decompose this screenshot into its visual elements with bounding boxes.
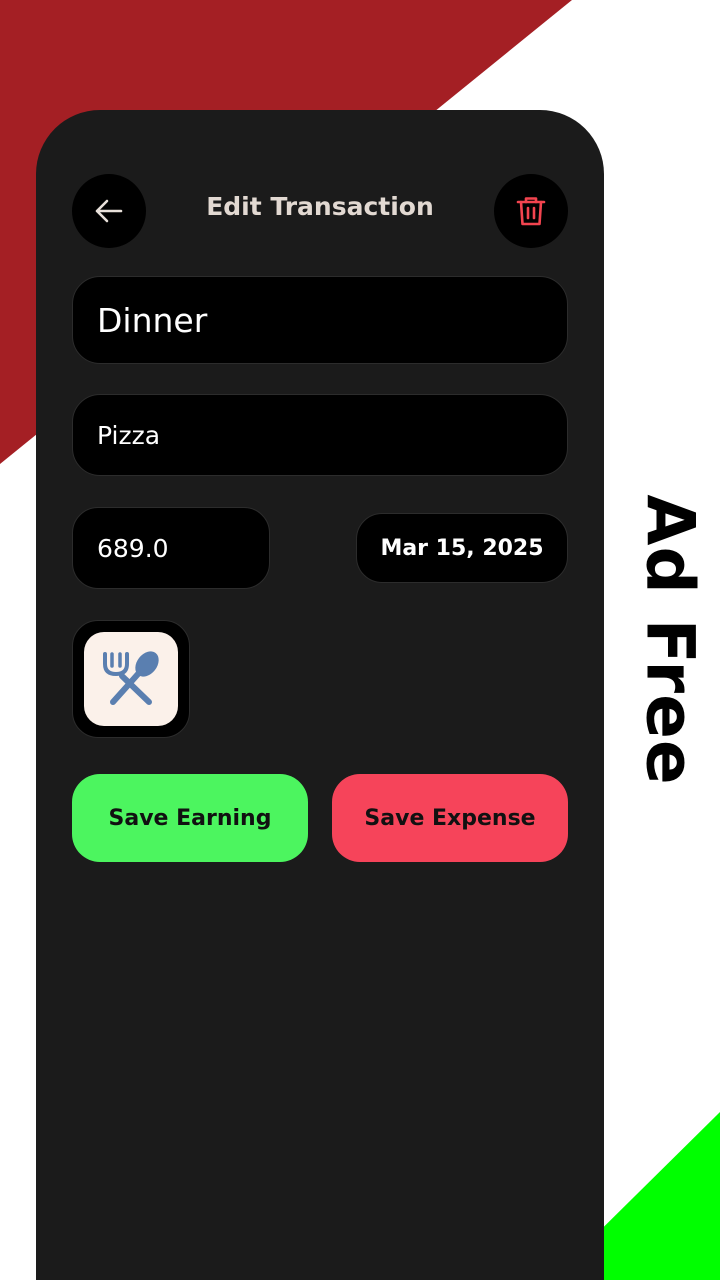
amount-field[interactable]: 689.0 bbox=[72, 507, 270, 589]
fork-spoon-icon bbox=[103, 651, 159, 705]
trash-icon bbox=[516, 197, 546, 226]
transaction-description-field[interactable]: Pizza bbox=[72, 394, 568, 476]
category-tile bbox=[84, 632, 178, 726]
save-earning-button[interactable]: Save Earning bbox=[72, 774, 308, 862]
save-expense-button[interactable]: Save Expense bbox=[332, 774, 568, 862]
category-selector[interactable] bbox=[72, 620, 190, 738]
page-title: Edit Transaction bbox=[206, 192, 434, 221]
transaction-title-field[interactable]: Dinner bbox=[72, 276, 568, 364]
arrow-left-icon bbox=[95, 199, 123, 223]
back-button[interactable] bbox=[72, 174, 146, 248]
app-screen: Edit Transaction Dinner Pizza 689.0 Mar … bbox=[36, 110, 604, 1280]
date-picker-button[interactable]: Mar 15, 2025 bbox=[356, 513, 568, 583]
ad-free-label: Ad Free bbox=[631, 494, 709, 786]
screenshot-stage: Ad Free Edit Transaction Dinner Pizza 68… bbox=[0, 0, 720, 1280]
delete-button[interactable] bbox=[494, 174, 568, 248]
